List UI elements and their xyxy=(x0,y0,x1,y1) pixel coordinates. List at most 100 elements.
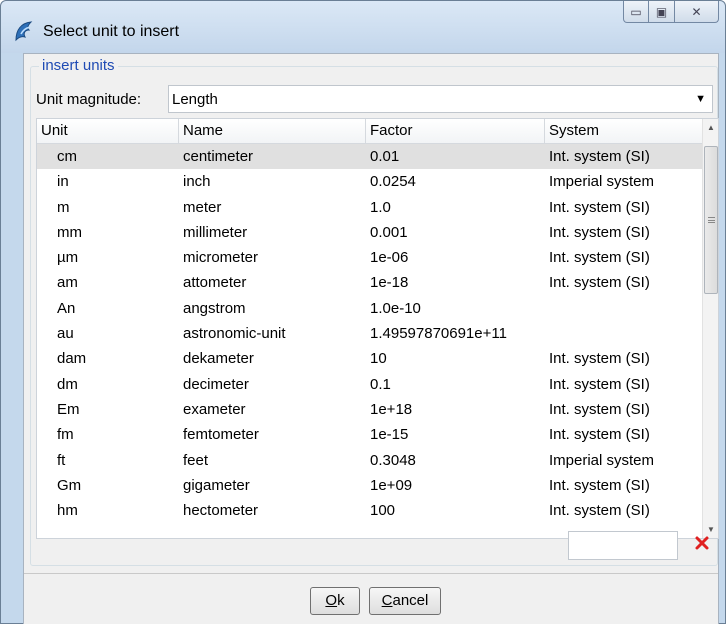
cell-name: inch xyxy=(183,173,211,191)
cell-system: Int. system (SI) xyxy=(549,249,650,267)
cell-factor: 0.0254 xyxy=(370,173,416,191)
scroll-up-icon[interactable]: ▲ xyxy=(703,119,719,136)
unit-magnitude-label: Unit magnitude: xyxy=(36,91,142,108)
cell-unit: m xyxy=(57,198,70,216)
table-row[interactable]: am attometer 1e-18 Int. system (SI) xyxy=(37,270,704,295)
clear-filter-icon[interactable] xyxy=(694,535,710,551)
cell-name: dekameter xyxy=(183,350,254,368)
cell-name: femtometer xyxy=(183,426,259,444)
cell-factor: 100 xyxy=(370,502,396,520)
cell-unit: ft xyxy=(57,451,66,469)
cancel-label-rest: ancel xyxy=(392,592,429,609)
ok-label-rest: k xyxy=(337,592,345,609)
cell-name: attometer xyxy=(183,274,247,292)
table-row[interactable]: Em exameter 1e+18 Int. system (SI) xyxy=(37,397,704,422)
cell-name: gigameter xyxy=(183,476,250,494)
cell-factor: 0.1 xyxy=(370,375,391,393)
cell-unit: cm xyxy=(57,148,77,165)
footer-divider xyxy=(24,573,718,574)
unit-magnitude-select[interactable]: Length ▼ xyxy=(168,85,713,113)
cell-unit: au xyxy=(57,325,74,343)
unit-magnitude-value: Length xyxy=(172,91,218,108)
cell-system: Imperial system xyxy=(549,173,655,191)
ok-button[interactable]: Ok xyxy=(310,587,360,615)
cell-factor: 1e-06 xyxy=(370,249,409,267)
column-header-name[interactable]: Name xyxy=(179,119,366,143)
cell-unit: fm xyxy=(57,426,74,444)
table-row[interactable]: hm hectometer 100 Int. system (SI) xyxy=(37,498,704,523)
scrollbar-thumb[interactable] xyxy=(704,146,718,294)
cell-factor: 1.0 xyxy=(370,198,391,216)
cell-system: Int. system (SI) xyxy=(549,223,650,241)
cell-unit: An xyxy=(57,299,76,317)
cancel-button[interactable]: Cancel xyxy=(369,587,441,615)
cell-system: Imperial system xyxy=(549,451,655,469)
cell-system: Int. system (SI) xyxy=(549,375,650,393)
column-header-factor[interactable]: Factor xyxy=(366,119,545,143)
cancel-mnemonic: C xyxy=(381,592,393,609)
table-row[interactable]: mm millimeter 0.001 Int. system (SI) xyxy=(37,220,704,245)
cell-system: Int. system (SI) xyxy=(549,148,650,165)
minimize-icon: ▭ xyxy=(630,4,642,19)
cell-system: Int. system (SI) xyxy=(549,274,650,292)
cell-system: Int. system (SI) xyxy=(549,400,650,418)
minimize-button[interactable]: ▭ xyxy=(623,1,649,23)
vertical-scrollbar[interactable]: ▲ ▼ xyxy=(702,119,718,538)
column-header-unit[interactable]: Unit xyxy=(37,119,179,143)
window-title: Select unit to insert xyxy=(43,23,180,40)
maximize-icon: ▣ xyxy=(655,4,668,19)
cell-factor: 1e+09 xyxy=(370,476,413,494)
dialog-body: insert units Unit magnitude: Length ▼ Un… xyxy=(23,53,719,624)
app-icon xyxy=(15,21,33,42)
table-row[interactable]: dam dekameter 10 Int. system (SI) xyxy=(37,346,704,371)
cell-system: Int. system (SI) xyxy=(549,350,650,368)
table-row[interactable]: in inch 0.0254 Imperial system xyxy=(37,169,704,194)
cell-system: Int. system (SI) xyxy=(549,198,650,216)
cell-unit: in xyxy=(57,173,69,191)
cell-name: centimeter xyxy=(183,148,254,165)
column-header-system[interactable]: System xyxy=(545,119,704,143)
table-row[interactable]: ft feet 0.3048 Imperial system xyxy=(37,448,704,473)
group-legend: insert units xyxy=(39,57,118,74)
cell-unit: hm xyxy=(57,502,78,520)
table-row[interactable]: au astronomic-unit 1.49597870691e+11 xyxy=(37,321,704,346)
cell-factor: 1.49597870691e+11 xyxy=(370,325,507,343)
maximize-button[interactable]: ▣ xyxy=(649,1,675,23)
table-row[interactable]: µm micrometer 1e-06 Int. system (SI) xyxy=(37,245,704,270)
cell-unit: mm xyxy=(57,223,82,241)
table-row[interactable]: m meter 1.0 Int. system (SI) xyxy=(37,195,704,220)
table-row[interactable]: Gm gigameter 1e+09 Int. system (SI) xyxy=(37,473,704,498)
window-controls: ▭ ▣ ✕ xyxy=(623,1,719,25)
cell-factor: 1e-18 xyxy=(370,274,409,292)
cell-unit: dam xyxy=(57,350,87,368)
cell-unit: µm xyxy=(57,249,79,267)
cell-factor: 1e-15 xyxy=(370,426,409,444)
cell-name: meter xyxy=(183,198,222,216)
table-header: Unit Name Factor System xyxy=(37,119,704,144)
cell-unit: dm xyxy=(57,375,78,393)
cell-factor: 1e+18 xyxy=(370,400,413,418)
cell-name: hectometer xyxy=(183,502,259,520)
cell-name: astronomic-unit xyxy=(183,325,286,343)
cell-factor: 1.0e-10 xyxy=(370,299,421,317)
cell-system: Int. system (SI) xyxy=(549,426,650,444)
cell-unit: Gm xyxy=(57,476,82,494)
dropdown-arrow-icon[interactable]: ▼ xyxy=(695,93,706,105)
close-button[interactable]: ✕ xyxy=(675,1,719,23)
grip-icon xyxy=(708,217,715,223)
table-row[interactable]: fm femtometer 1e-15 Int. system (SI) xyxy=(37,422,704,447)
title-bar[interactable]: Select unit to insert ▭ ▣ ✕ xyxy=(1,1,725,53)
cell-system: Int. system (SI) xyxy=(549,476,650,494)
table-row[interactable]: dm decimeter 0.1 Int. system (SI) xyxy=(37,372,704,397)
cell-unit: am xyxy=(57,274,78,292)
cell-name: millimeter xyxy=(183,223,248,241)
table-row[interactable]: cm centimeter 0.01 Int. system (SI) xyxy=(37,144,704,170)
table-row[interactable]: An angstrom 1.0e-10 xyxy=(37,296,704,321)
cell-name: exameter xyxy=(183,400,246,418)
cell-name: micrometer xyxy=(183,249,259,267)
units-table: Unit Name Factor System cm centimeter 0.01… xyxy=(36,118,719,539)
close-icon: ✕ xyxy=(691,4,702,19)
dialog-window: Select unit to insert ▭ ▣ ✕ insert units… xyxy=(0,0,726,624)
cell-system: Int. system (SI) xyxy=(549,502,650,520)
filter-input[interactable] xyxy=(568,531,678,560)
